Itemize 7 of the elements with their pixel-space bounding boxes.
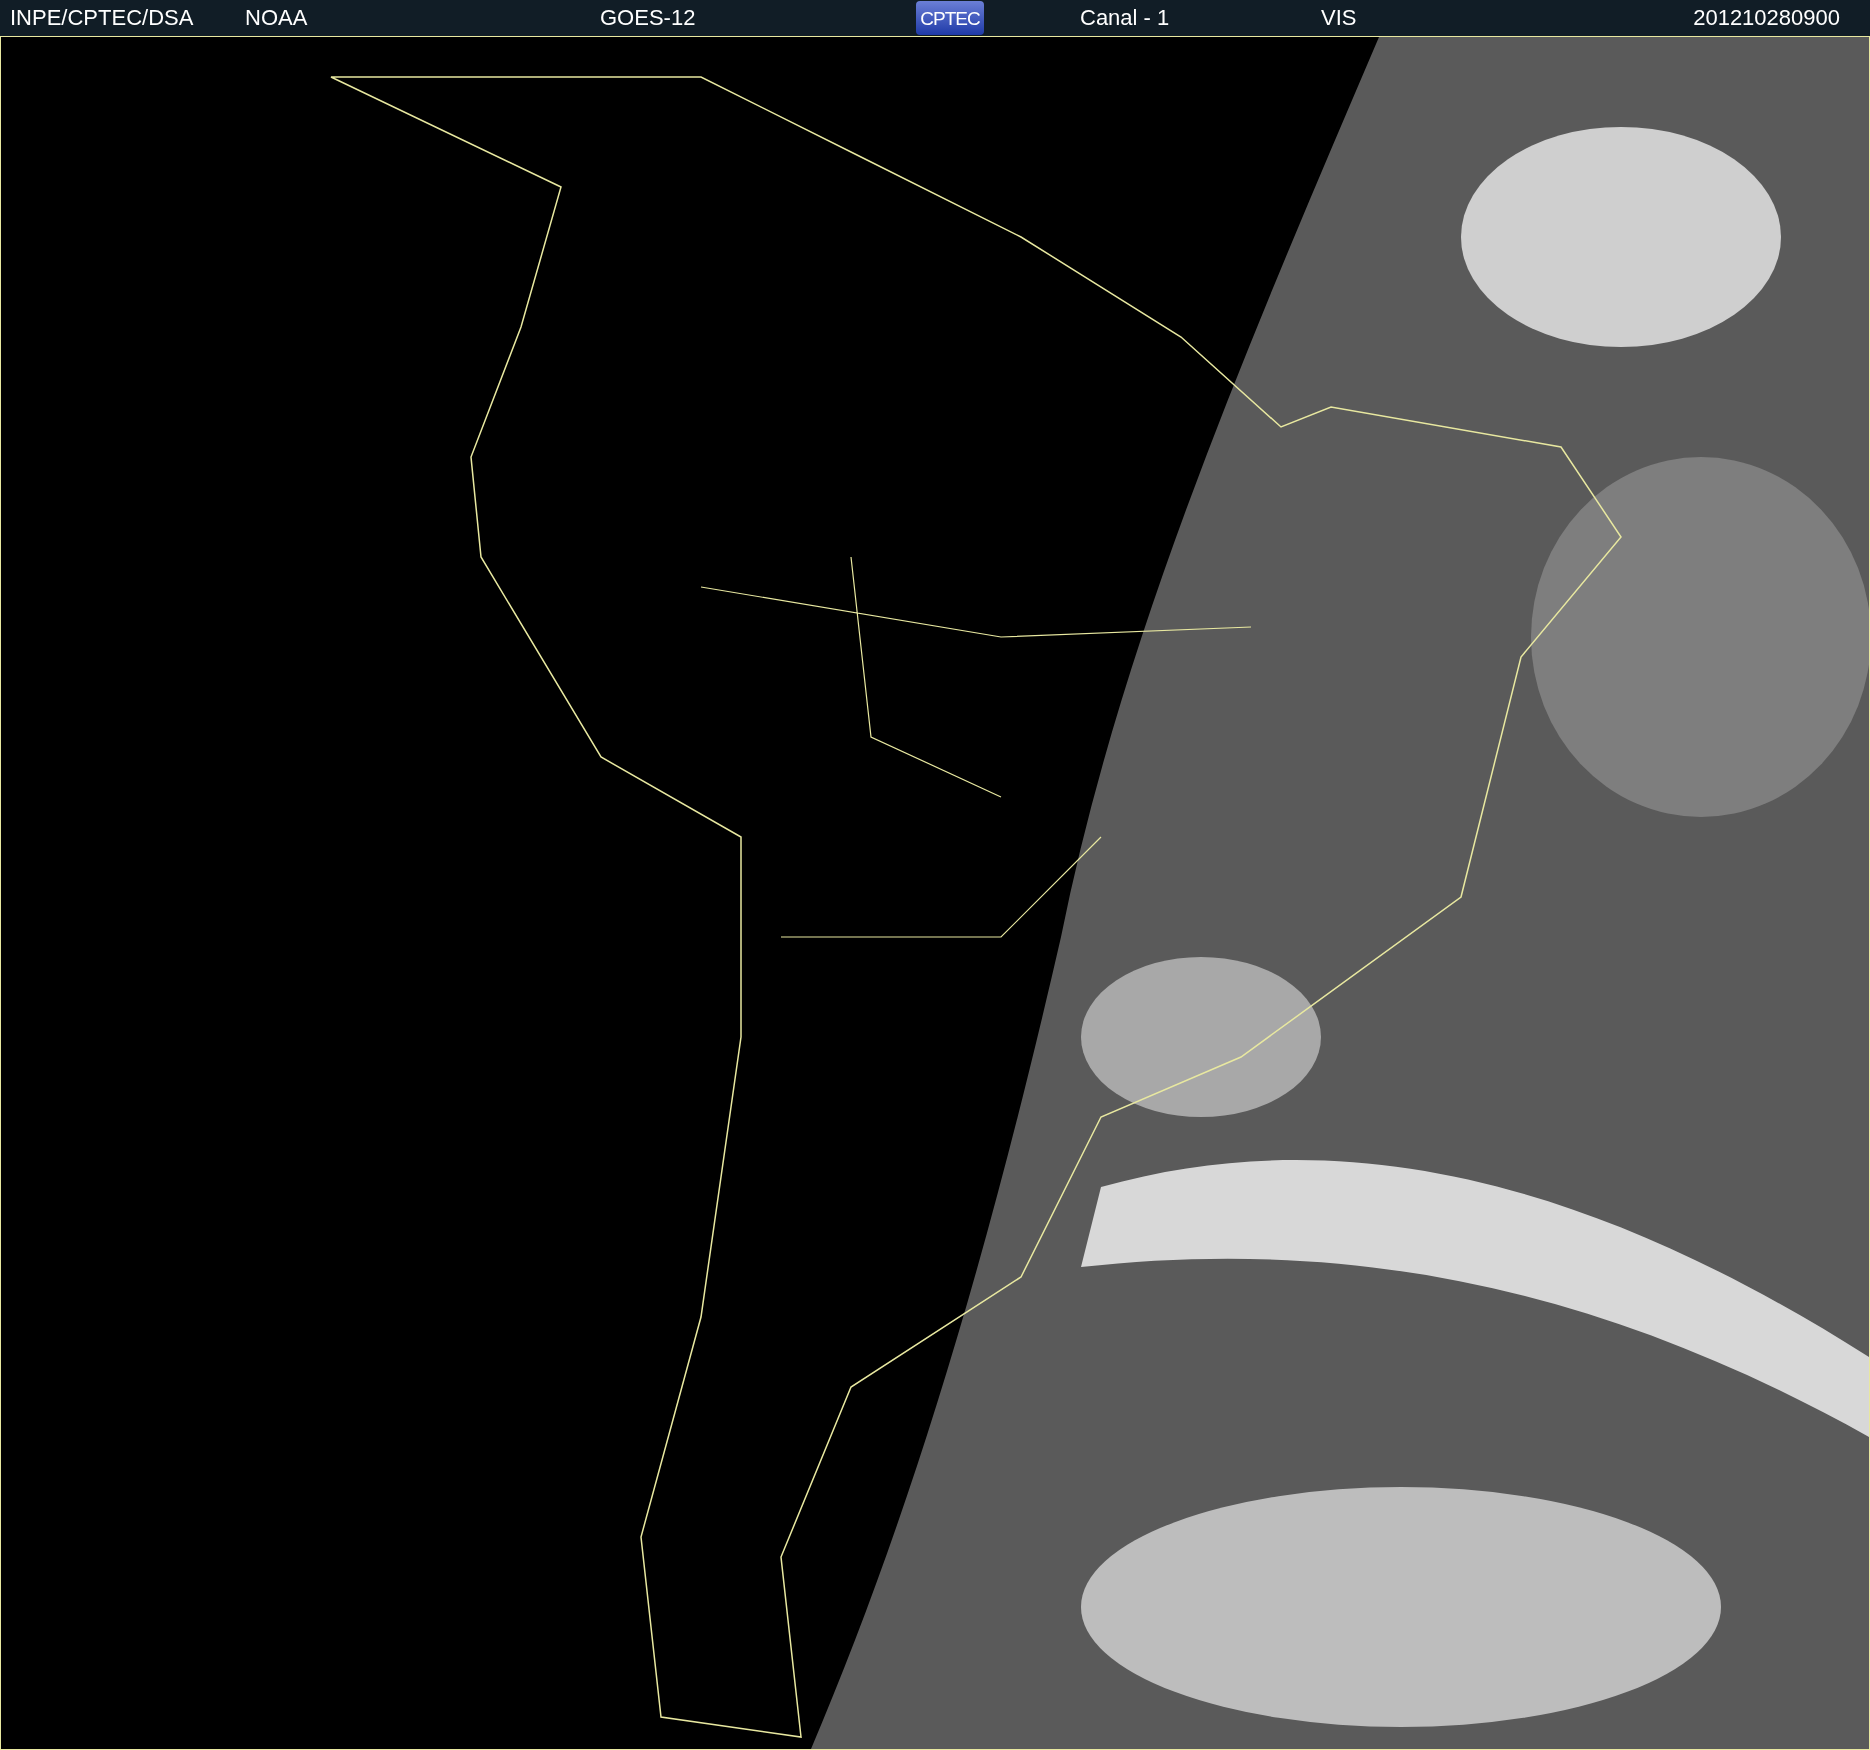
source-label: INPE/CPTEC/DSA — [10, 7, 195, 29]
channel-label: Canal - 1 — [1080, 7, 1171, 29]
band-label: VIS — [1321, 7, 1357, 29]
logo: CPTEC — [916, 1, 984, 35]
timestamp-label: 201210280900 — [1693, 7, 1840, 29]
satellite-label: GOES-12 — [600, 7, 697, 29]
agency-label: NOAA — [245, 7, 309, 29]
